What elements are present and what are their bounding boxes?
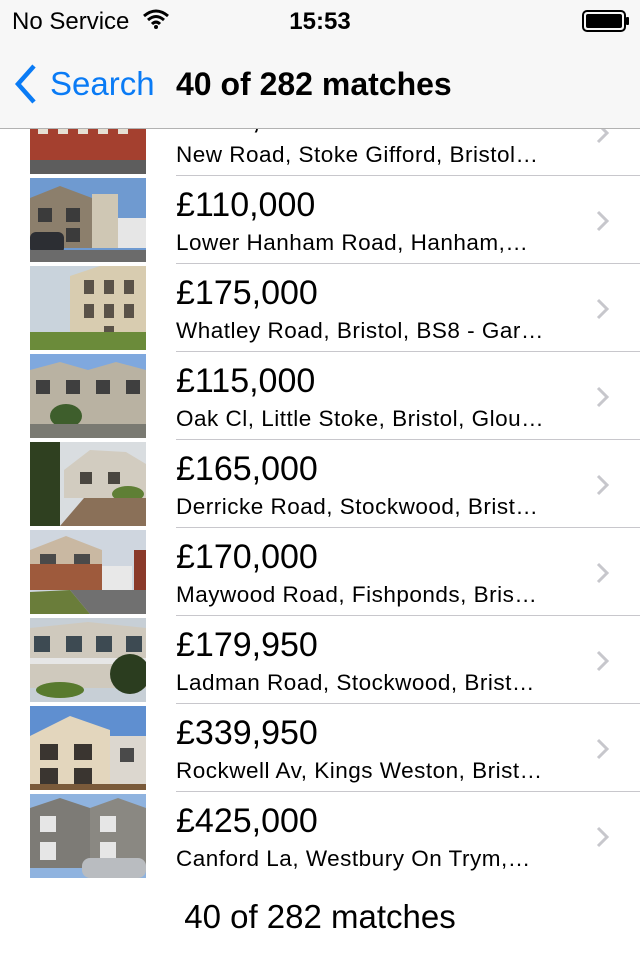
chevron-right-icon	[596, 826, 610, 848]
listing-address: Ladman Road, Stockwood, Brist…	[176, 670, 535, 695]
listing-address: New Road, Stoke Gifford, Bristol…	[176, 142, 539, 167]
page-title: 40 of 282 matches	[176, 66, 452, 102]
battery-icon	[582, 10, 629, 32]
chevron-right-icon	[596, 386, 610, 408]
chevron-right-icon	[596, 738, 610, 760]
listing-row[interactable]: £170,000 Maywood Road, Fishponds, Bris…	[0, 528, 640, 616]
chevron-left-icon	[14, 64, 36, 104]
listing-address: Maywood Road, Fishponds, Bris…	[176, 582, 538, 607]
listing-photo	[30, 706, 146, 790]
listing-row[interactable]: £179,950 Ladman Road, Stockwood, Brist…	[0, 616, 640, 704]
listing-row[interactable]: £339,950 Rockwell Av, Kings Weston, Bris…	[0, 704, 640, 792]
listing-row[interactable]: £165,000 Derricke Road, Stockwood, Brist…	[0, 440, 640, 528]
listing-row[interactable]: £110,000 Lower Hanham Road, Hanham,…	[0, 176, 640, 264]
listing-photo	[30, 178, 146, 262]
listing-price: £179,950	[176, 626, 318, 664]
listing-photo	[30, 530, 146, 614]
listing-address: Canford La, Westbury On Trym,…	[176, 846, 531, 871]
listing-address: Oak Cl, Little Stoke, Bristol, Glou…	[176, 406, 545, 431]
listing-address: Lower Hanham Road, Hanham,…	[176, 230, 529, 255]
chevron-right-icon	[596, 650, 610, 672]
clock: 15:53	[289, 8, 351, 35]
chevron-right-icon	[596, 474, 610, 496]
back-button[interactable]: Search	[14, 62, 155, 106]
listing-price: £425,000	[176, 802, 318, 840]
listing-address: Whatley Road, Bristol, BS8 - Gar…	[176, 318, 544, 343]
listing-price: £110,000	[176, 186, 316, 224]
navigation-bar: Search 40 of 282 matches	[0, 40, 640, 129]
listing-row[interactable]: £425,000 Canford La, Westbury On Trym,…	[0, 792, 640, 880]
listing-price: £165,000	[176, 450, 318, 488]
listing-price: £339,950	[176, 714, 318, 752]
listing-price: £115,000	[176, 362, 316, 400]
status-bar: No Service 15:53	[0, 0, 640, 40]
chevron-right-icon	[596, 298, 610, 320]
listing-photo	[30, 266, 146, 350]
listing-price: £175,000	[176, 274, 318, 312]
chevron-right-icon	[596, 562, 610, 584]
listing-photo	[30, 354, 146, 438]
listing-photo	[30, 794, 146, 878]
back-button-label: Search	[50, 65, 155, 102]
chevron-right-icon	[596, 210, 610, 232]
listing-photo	[30, 618, 146, 702]
listing-row[interactable]: £175,000 Whatley Road, Bristol, BS8 - Ga…	[0, 264, 640, 352]
listing-photo	[30, 442, 146, 526]
listing-price: £170,000	[176, 538, 318, 576]
listing-address: Rockwell Av, Kings Weston, Brist…	[176, 758, 543, 783]
listing-row[interactable]: £115,000 Oak Cl, Little Stoke, Bristol, …	[0, 352, 640, 440]
listing-address: Derricke Road, Stockwood, Brist…	[176, 494, 539, 519]
results-count-footer: 40 of 282 matches	[184, 898, 456, 935]
